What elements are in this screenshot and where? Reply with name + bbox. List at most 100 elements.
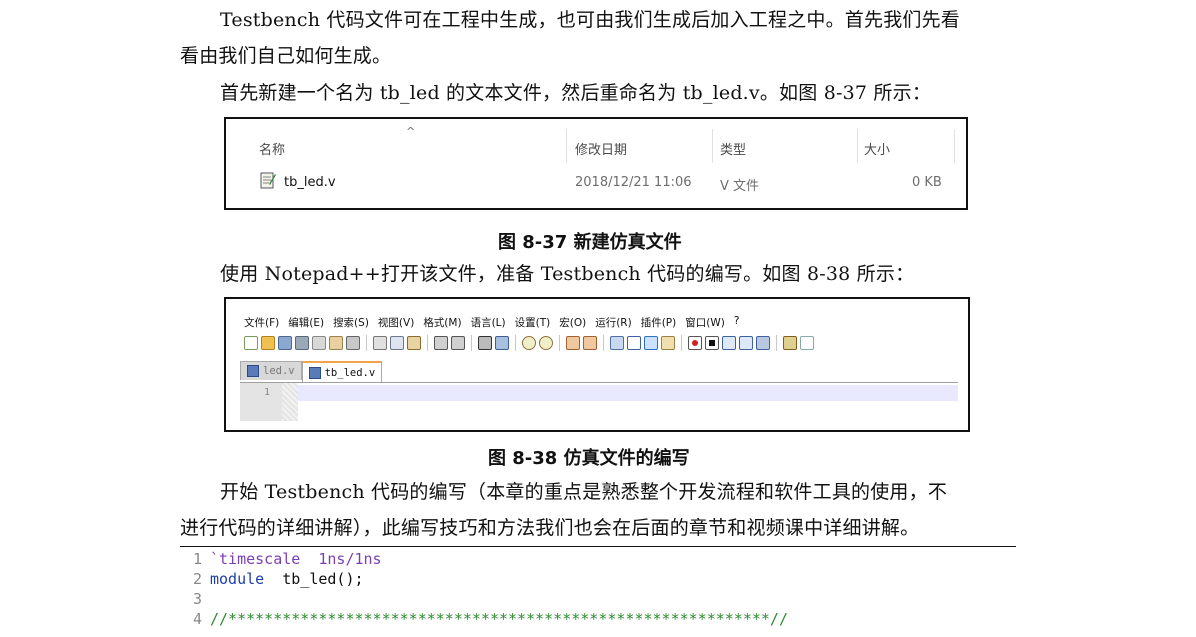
menu-settings[interactable]: 设置(T): [515, 315, 551, 329]
play-icon[interactable]: [722, 336, 736, 350]
wrap-icon[interactable]: [610, 336, 624, 350]
menu-edit[interactable]: 编辑(E): [288, 315, 324, 329]
code-block-top-rule: [180, 546, 1016, 547]
file-name: tb_led.v: [284, 175, 336, 190]
copy-icon[interactable]: [390, 336, 404, 350]
play-multi-icon[interactable]: [739, 336, 753, 350]
file-date: 2018/12/21 11:06: [575, 175, 692, 190]
paragraph-intro-line1: Testbench 代码文件可在工程中生成，也可由我们生成后加入工程之中。首先我…: [220, 9, 960, 31]
paragraph-new-file: 首先新建一个名为 tb_led 的文本文件，然后重命名为 tb_led.v。如图…: [220, 82, 932, 104]
code-line-number: 3: [192, 590, 202, 608]
toolbar-separator: [427, 335, 428, 351]
indent-guide-icon[interactable]: [644, 336, 658, 350]
close-icon[interactable]: [312, 336, 326, 350]
code-line: 4 //*************************************…: [184, 609, 788, 629]
column-divider: [566, 129, 567, 163]
menu-view[interactable]: 视图(V): [378, 315, 414, 329]
current-line-highlight: [298, 385, 958, 401]
menu-macro[interactable]: 宏(O): [559, 315, 586, 329]
spellcheck-icon[interactable]: [800, 336, 814, 350]
doc-map-icon[interactable]: [661, 336, 675, 350]
tab-tb-led-v[interactable]: tb_led.v: [301, 361, 383, 382]
toolbar-separator: [776, 335, 777, 351]
stop-icon[interactable]: [705, 336, 719, 350]
open-icon[interactable]: [261, 336, 275, 350]
menu-run[interactable]: 运行(R): [595, 315, 632, 329]
code-line: 2 module tb_led();: [184, 569, 364, 589]
file-explorer-figure: ^ 名称 修改日期 类型 大小 tb_led.v 2018/12/21 11:0…: [224, 117, 968, 210]
column-header-type[interactable]: 类型: [720, 139, 746, 158]
column-divider: [712, 129, 713, 163]
toolbar-separator: [559, 335, 560, 351]
toolbar-separator: [603, 335, 604, 351]
code-line: 3: [184, 589, 210, 609]
paragraph-start-coding-line1: 开始 Testbench 代码的编写（本章的重点是熟悉整个开发流程和软件工具的使…: [220, 481, 948, 503]
code-comment: //**************************************…: [210, 610, 788, 628]
paragraph-start-coding-line2: 进行代码的详细讲解），此编写技巧和方法我们也会在后面的章节和视频课中详细讲解。: [180, 517, 920, 539]
sync-v-icon[interactable]: [566, 336, 580, 350]
toolbar-separator: [681, 335, 682, 351]
cut-icon[interactable]: [373, 336, 387, 350]
tab-bar: led.v tb_led.v: [240, 361, 383, 382]
figure-caption-838: 图 8-38 仿真文件的编写: [488, 448, 690, 469]
column-header-name[interactable]: 名称: [259, 139, 285, 158]
toolbar: [244, 333, 814, 353]
sort-up-icon: ^: [406, 125, 416, 138]
print-icon[interactable]: [346, 336, 360, 350]
code-line-number: 1: [192, 550, 202, 568]
save-macro-icon[interactable]: [756, 336, 770, 350]
column-divider: [954, 129, 955, 163]
file-size: 0 KB: [912, 175, 942, 190]
figure-caption-837: 图 8-37 新建仿真文件: [498, 232, 682, 253]
fold-margin: [282, 383, 298, 421]
save-icon: [308, 366, 321, 379]
code-text: tb_led();: [264, 570, 364, 588]
code-directive: `timescale 1ns/1ns: [210, 550, 382, 568]
paste-icon[interactable]: [407, 336, 421, 350]
menu-help[interactable]: ?: [734, 315, 740, 329]
replace-icon[interactable]: [495, 336, 509, 350]
tab-label: led.v: [263, 365, 295, 377]
toolbar-separator: [471, 335, 472, 351]
file-type: V 文件: [720, 179, 760, 194]
find-icon[interactable]: [478, 336, 492, 350]
show-all-icon[interactable]: [627, 336, 641, 350]
tab-label: tb_led.v: [324, 366, 376, 379]
launch-icon[interactable]: [783, 336, 797, 350]
code-line-number: 2: [192, 570, 202, 588]
column-header-date[interactable]: 修改日期: [575, 139, 627, 158]
zoom-out-icon[interactable]: [539, 336, 553, 350]
code-keyword: module: [210, 570, 265, 588]
editor-area[interactable]: 1: [240, 382, 958, 423]
column-header-size[interactable]: 大小: [864, 139, 890, 158]
menu-file[interactable]: 文件(F): [244, 315, 279, 329]
menu-plugins[interactable]: 插件(P): [641, 315, 677, 329]
toolbar-separator: [366, 335, 367, 351]
undo-icon[interactable]: [434, 336, 448, 350]
new-icon[interactable]: [244, 336, 258, 350]
redo-icon[interactable]: [451, 336, 465, 350]
file-icon: [260, 171, 276, 189]
line-number: 1: [263, 387, 270, 398]
code-line-number: 4: [192, 610, 202, 628]
save-icon[interactable]: [278, 336, 292, 350]
code-line: 1 `timescale 1ns/1ns: [184, 549, 382, 569]
menu-bar: 文件(F) 编辑(E) 搜索(S) 视图(V) 格式(M) 语言(L) 设置(T…: [244, 315, 739, 329]
save-icon: [247, 365, 259, 377]
sync-h-icon[interactable]: [583, 336, 597, 350]
zoom-in-icon[interactable]: [522, 336, 536, 350]
line-number-gutter: 1: [240, 383, 282, 421]
close-all-icon[interactable]: [329, 336, 343, 350]
column-divider: [857, 129, 858, 163]
menu-window[interactable]: 窗口(W): [685, 315, 725, 329]
toolbar-separator: [515, 335, 516, 351]
record-icon[interactable]: [688, 336, 702, 350]
notepad-figure: 文件(F) 编辑(E) 搜索(S) 视图(V) 格式(M) 语言(L) 设置(T…: [224, 297, 970, 432]
menu-format[interactable]: 格式(M): [423, 315, 461, 329]
paragraph-notepad: 使用 Notepad++打开该文件，准备 Testbench 代码的编写。如图 …: [220, 263, 915, 285]
save-all-icon[interactable]: [295, 336, 309, 350]
tab-led-v[interactable]: led.v: [240, 361, 302, 380]
menu-search[interactable]: 搜索(S): [333, 315, 369, 329]
menu-language[interactable]: 语言(L): [471, 315, 506, 329]
paragraph-intro-line2: 看由我们自己如何生成。: [180, 45, 392, 67]
